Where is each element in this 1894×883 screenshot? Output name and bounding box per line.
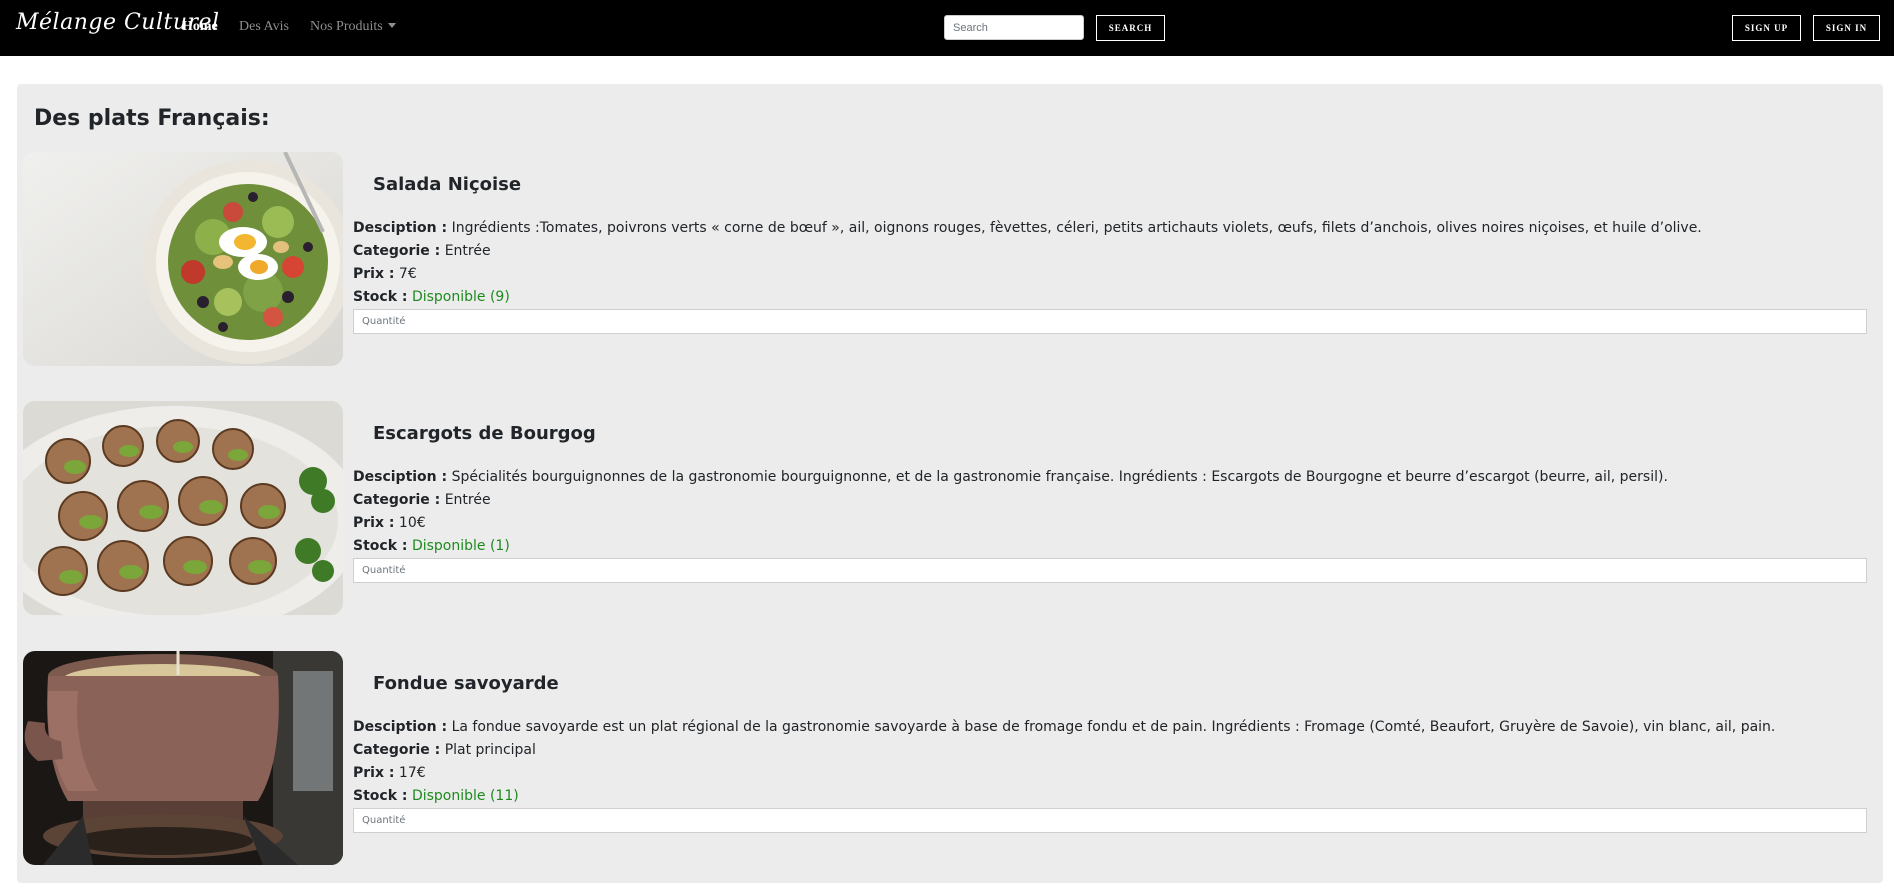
stock-label: Stock : [353, 538, 408, 554]
description-value: Spécialités bourguignonnes de la gastron… [451, 469, 1668, 485]
product-price: Prix : 17€ [353, 765, 426, 781]
price-value: 17€ [398, 765, 426, 781]
product-category: Categorie : Plat principal [353, 742, 536, 758]
nav-link-avis[interactable]: Des Avis [239, 19, 289, 35]
category-label: Categorie : [353, 742, 441, 758]
description-value: Ingrédients :Tomates, poivrons verts « c… [451, 220, 1702, 236]
product-price: Prix : 7€ [353, 266, 417, 282]
product-image-escargots [23, 401, 343, 615]
stock-value: Disponible (1) [411, 538, 510, 554]
nav-link-produits-label: Nos Produits [310, 19, 383, 34]
category-label: Categorie : [353, 492, 441, 508]
product-image-salade-nicoise [23, 152, 343, 366]
product-name: Fondue savoyarde [373, 673, 559, 694]
search-button[interactable]: SEARCH [1096, 15, 1165, 41]
price-label: Prix : [353, 765, 395, 781]
description-value: La fondue savoyarde est un plat régional… [451, 719, 1776, 735]
stock-value: Disponible (9) [411, 289, 510, 305]
product-name: Salada Niçoise [373, 174, 522, 195]
sign-up-button[interactable]: SIGN UP [1732, 15, 1801, 41]
quantity-input[interactable] [353, 808, 1867, 833]
navbar: Mélange Culturel Home Des Avis Nos Produ… [0, 0, 1894, 56]
product-description: Desciption : La fondue savoyarde est un … [353, 719, 1775, 735]
quantity-input[interactable] [353, 558, 1867, 583]
search-input[interactable] [944, 15, 1084, 40]
product-description: Desciption : Spécialités bourguignonnes … [353, 469, 1668, 485]
product-stock: Stock : Disponible (11) [353, 788, 519, 804]
product-name: Escargots de Bourgog [373, 423, 596, 444]
price-label: Prix : [353, 266, 395, 282]
main-content: Des plats Français: Salada Niçoise Desci… [17, 84, 1883, 883]
description-label: Desciption : [353, 220, 448, 236]
product-stock: Stock : Disponible (9) [353, 289, 510, 305]
page-title: Des plats Français: [34, 106, 270, 131]
category-value: Entrée [444, 243, 491, 259]
chevron-down-icon [387, 23, 396, 28]
price-value: 10€ [398, 515, 426, 531]
price-value: 7€ [398, 266, 417, 282]
product-image-fondue [23, 651, 343, 865]
product-category: Categorie : Entrée [353, 492, 491, 508]
product-card: Fondue savoyarde Desciption : La fondue … [23, 651, 1873, 865]
product-category: Categorie : Entrée [353, 243, 491, 259]
category-value: Entrée [444, 492, 491, 508]
stock-value: Disponible (11) [411, 788, 519, 804]
price-label: Prix : [353, 515, 395, 531]
nav-link-produits[interactable]: Nos Produits [310, 19, 396, 35]
nav-link-home[interactable]: Home [182, 19, 218, 35]
product-stock: Stock : Disponible (1) [353, 538, 510, 554]
category-value: Plat principal [444, 742, 536, 758]
product-card: Escargots de Bourgog Desciption : Spécia… [23, 401, 1873, 615]
quantity-input[interactable] [353, 309, 1867, 334]
sign-in-button[interactable]: SIGN IN [1813, 15, 1880, 41]
stock-label: Stock : [353, 289, 408, 305]
stock-label: Stock : [353, 788, 408, 804]
category-label: Categorie : [353, 243, 441, 259]
description-label: Desciption : [353, 719, 448, 735]
description-label: Desciption : [353, 469, 448, 485]
product-card: Salada Niçoise Desciption : Ingrédients … [23, 152, 1873, 366]
product-description: Desciption : Ingrédients :Tomates, poivr… [353, 220, 1702, 236]
product-price: Prix : 10€ [353, 515, 426, 531]
